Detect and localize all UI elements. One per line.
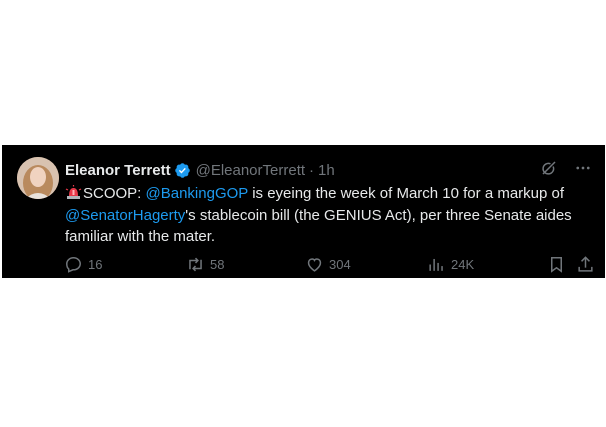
analytics-icon xyxy=(429,258,443,271)
tweet-text-prefix: SCOOP: xyxy=(83,185,146,202)
share-icon xyxy=(578,255,593,272)
repost-icon xyxy=(189,257,202,271)
separator-dot: · xyxy=(309,161,315,179)
author-handle[interactable]: @EleanorTerrett xyxy=(196,162,305,179)
reply-icon xyxy=(66,256,81,273)
repost-button[interactable]: 58 xyxy=(186,253,224,275)
like-count: 304 xyxy=(329,256,351,272)
tweet-card[interactable]: Eleanor Terrett @EleanorTerrett · 1h SCO… xyxy=(2,145,605,278)
avatar[interactable] xyxy=(17,157,59,199)
reply-button[interactable]: 16 xyxy=(64,253,102,275)
views-button[interactable]: 24K xyxy=(427,253,474,275)
verified-badge-icon xyxy=(174,162,191,179)
bookmark-icon xyxy=(550,256,563,273)
tweet-text: SCOOP: @BankingGOP is eyeing the week of… xyxy=(65,183,595,248)
share-button[interactable] xyxy=(576,253,595,275)
view-count: 24K xyxy=(451,256,475,272)
action-bar: 16 58 304 24K xyxy=(64,253,599,275)
mention-link[interactable]: @SenatorHagerty xyxy=(65,207,185,224)
tweet-top-actions xyxy=(539,158,593,178)
heart-icon xyxy=(307,257,322,272)
siren-emoji-icon xyxy=(65,185,82,200)
repost-count: 58 xyxy=(210,256,225,272)
grok-icon[interactable] xyxy=(539,158,559,178)
tweet-header: Eleanor Terrett @EleanorTerrett · 1h xyxy=(65,160,335,180)
timestamp[interactable]: 1h xyxy=(318,162,335,179)
author-name[interactable]: Eleanor Terrett xyxy=(65,162,171,179)
reply-count: 16 xyxy=(88,256,103,272)
more-options-icon[interactable] xyxy=(573,158,593,178)
bookmark-button[interactable] xyxy=(547,253,566,275)
mention-link[interactable]: @BankingGOP xyxy=(146,185,249,202)
like-button[interactable]: 304 xyxy=(305,253,351,275)
tweet-text-segment: is eyeing the week of March 10 for a mar… xyxy=(248,185,565,202)
